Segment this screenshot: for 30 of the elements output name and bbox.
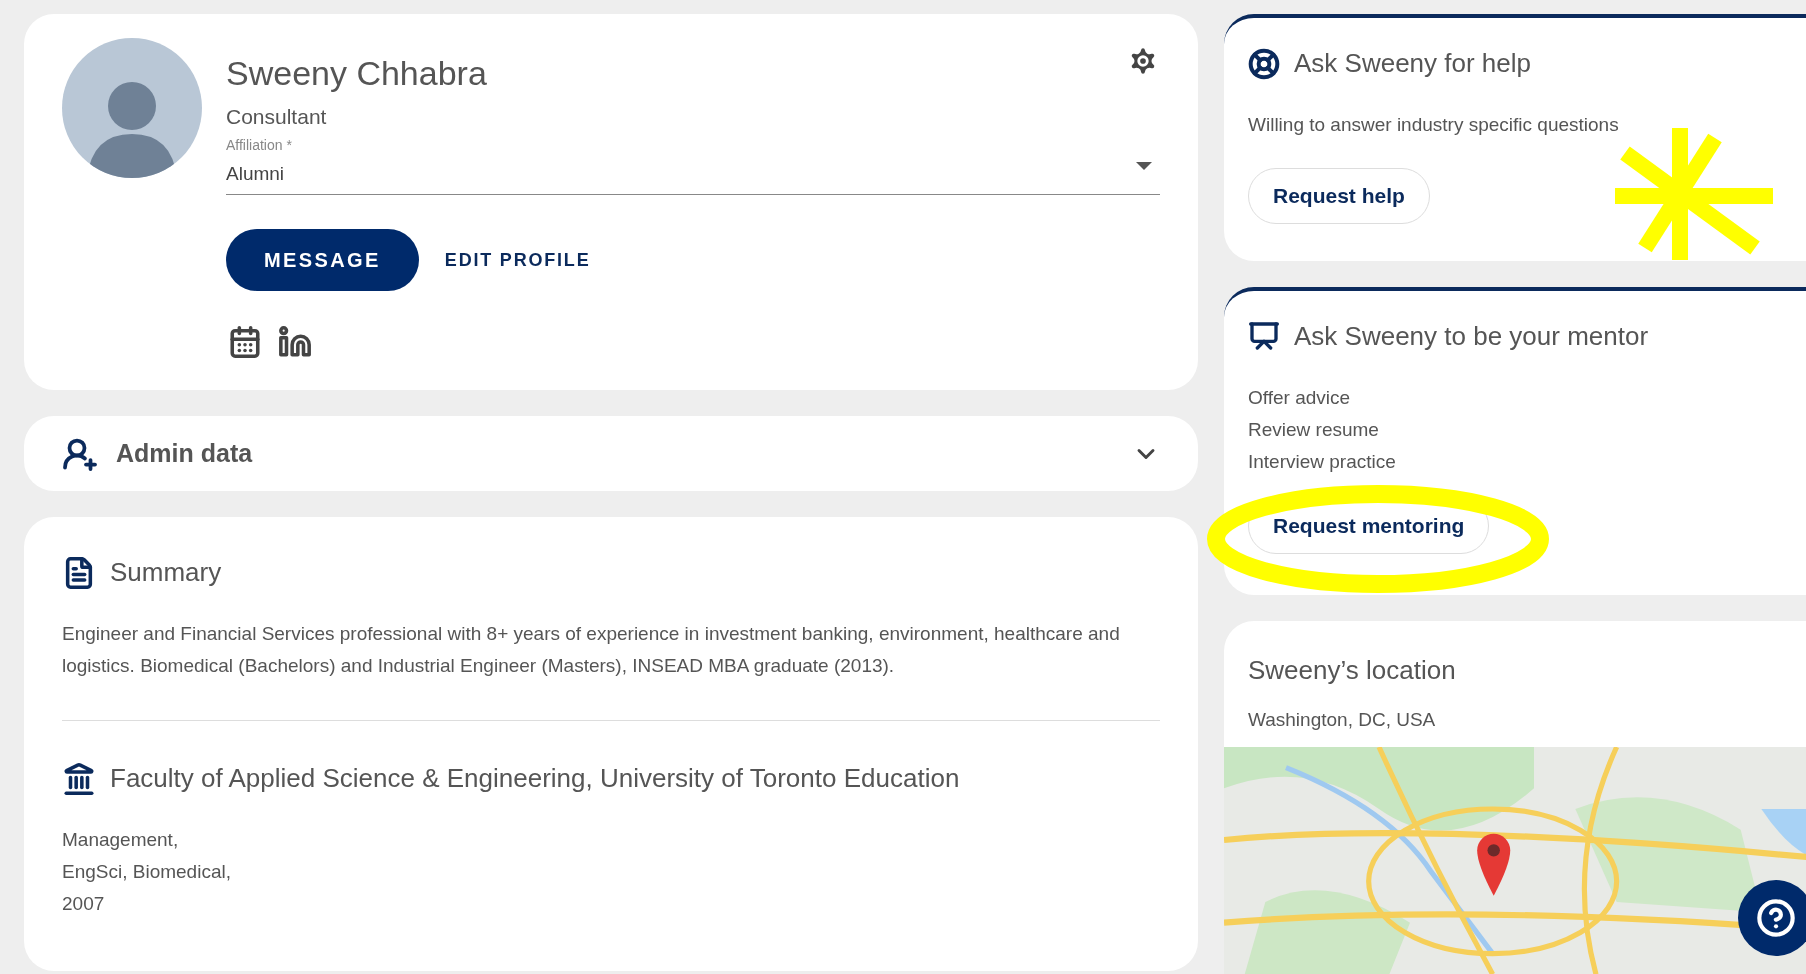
help-title: Ask Sweeny for help xyxy=(1294,47,1531,80)
education-line: 2007 xyxy=(62,892,106,916)
affiliation-select[interactable]: Affiliation * Alumni xyxy=(226,134,1160,195)
affiliation-value: Alumni xyxy=(226,161,286,186)
location-address: Washington, DC, USA xyxy=(1248,707,1437,732)
mentor-title: Ask Sweeny to be your mentor xyxy=(1294,319,1649,353)
institution-icon xyxy=(62,761,96,796)
education-line: Management, xyxy=(62,828,180,852)
admin-data-header[interactable]: Admin data xyxy=(24,416,1198,491)
location-title: Sweeny’s location xyxy=(1248,653,1457,687)
help-icon xyxy=(1756,898,1796,938)
summary-title: Summary xyxy=(110,556,222,589)
admin-data-title: Admin data xyxy=(116,437,253,469)
mentor-offer: Interview practice xyxy=(1248,449,1396,474)
lifebuoy-icon xyxy=(1248,47,1280,80)
mentor-offer: Review resume xyxy=(1248,417,1380,442)
help-text: Willing to answer industry specific questions xyxy=(1248,113,1619,137)
summary-text: Engineer and Financial Services professional with 8+ years of experience in investment banking, environment, healthcare and logistics. Biomedical (Bachelors) and Industrial Engineer (Masters), INSEAD MBA graduate (2013). xyxy=(62,622,1121,678)
profile-name: Sweeny Chhabra xyxy=(226,53,487,94)
edit-profile-button[interactable]: EDIT PROFILE xyxy=(420,229,615,291)
profile-role: Consultant xyxy=(226,104,328,130)
presenter-icon xyxy=(1248,320,1280,353)
education-line: EngSci, Biomedical, xyxy=(62,860,232,884)
calendar-icon[interactable] xyxy=(228,325,262,359)
affiliation-label: Affiliation * xyxy=(226,135,292,155)
mentor-offer: Offer advice xyxy=(1248,385,1352,410)
education-title: Faculty of Applied Science & Engineering, University of Toronto Education xyxy=(110,762,960,795)
linkedin-icon[interactable] xyxy=(278,325,312,359)
dropdown-arrow-icon xyxy=(1136,162,1152,170)
message-button[interactable]: MESSAGE xyxy=(226,229,419,291)
